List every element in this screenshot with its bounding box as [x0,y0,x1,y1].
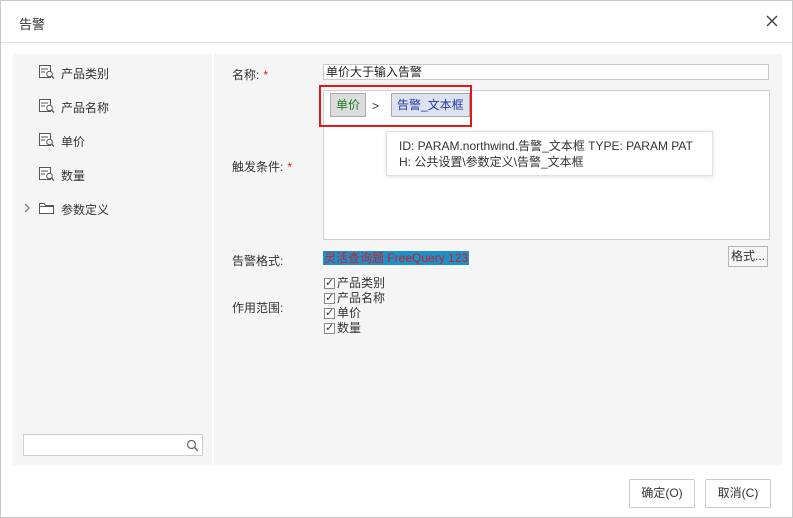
tree-item-label: 单价 [61,135,86,149]
search-input[interactable] [26,436,181,454]
scope-checkbox-product-category[interactable]: 产品类别 [324,276,444,291]
tree-item-label: 产品类别 [61,67,110,81]
tree-item-label: 数量 [61,169,86,183]
field-icon [39,99,55,113]
name-label: 名称: * [232,68,269,82]
tree-item-quantity[interactable]: 数量 [13,162,212,186]
condition-label: 触发条件: * [232,160,293,174]
scope-list: 产品类别 产品名称 单价 数量 [324,276,444,336]
checkbox[interactable] [324,321,335,334]
title-bar: 告警 [1,1,792,43]
close-icon[interactable] [763,12,781,30]
tree-item-product-name[interactable]: 产品名称 [13,94,212,118]
checkbox[interactable] [324,306,335,319]
tree-item-label: 参数定义 [61,203,110,217]
cancel-button[interactable]: 取消(C) [705,479,771,508]
tooltip-line-1: ID: PARAM.northwind.告警_文本框 TYPE: PARAM P… [399,139,693,153]
checkbox[interactable] [324,291,335,304]
condition-param-chip[interactable]: 告警_文本框 [391,93,470,117]
scope-checkbox-unit-price[interactable]: 单价 [324,306,444,321]
alert-dialog: 告警 产品类别 产品名称 单价 数量 参数定义 名称: * 单价大于输入告警 单… [0,0,793,518]
field-tree-panel: 产品类别 产品名称 单价 数量 参数定义 [13,54,212,465]
param-tooltip: ID: PARAM.northwind.告警_文本框 TYPE: PARAM P… [386,131,713,176]
checkbox[interactable] [324,276,335,289]
tree-item-product-category[interactable]: 产品类别 [13,60,212,84]
tree-item-parameter-definitions[interactable]: 参数定义 [13,196,212,220]
search-icon[interactable] [186,439,199,452]
condition-field-chip[interactable]: 单价 [330,93,367,117]
scope-label: 作用范围: [232,301,284,315]
scope-checkbox-product-name[interactable]: 产品名称 [324,291,444,306]
field-icon [39,167,55,181]
field-icon [39,65,55,79]
folder-icon [39,201,55,215]
tree-item-unit-price[interactable]: 单价 [13,128,212,152]
tooltip-line-2: H: 公共设置\参数定义\告警_文本框 [399,155,584,169]
required-mark: * [287,160,293,174]
alert-form: 名称: * 单价大于输入告警 单价 > 告警_文本框 ID: PARAM.nort… [214,54,782,465]
dialog-title: 告警 [19,17,46,32]
name-field[interactable]: 单价大于输入告警 [323,64,769,80]
tree-item-label: 产品名称 [61,101,110,115]
chevron-right-icon[interactable] [22,202,32,214]
format-button[interactable]: 格式... [728,246,768,267]
condition-operator[interactable]: > [372,99,379,113]
scope-checkbox-quantity[interactable]: 数量 [324,321,444,336]
format-label: 告警格式: [232,254,284,268]
field-icon [39,133,55,147]
format-preview: 灵活查询题 FreeQuery 123 [323,251,470,265]
tree-search [23,434,203,456]
required-mark: * [263,68,269,82]
ok-button[interactable]: 确定(O) [629,479,695,508]
